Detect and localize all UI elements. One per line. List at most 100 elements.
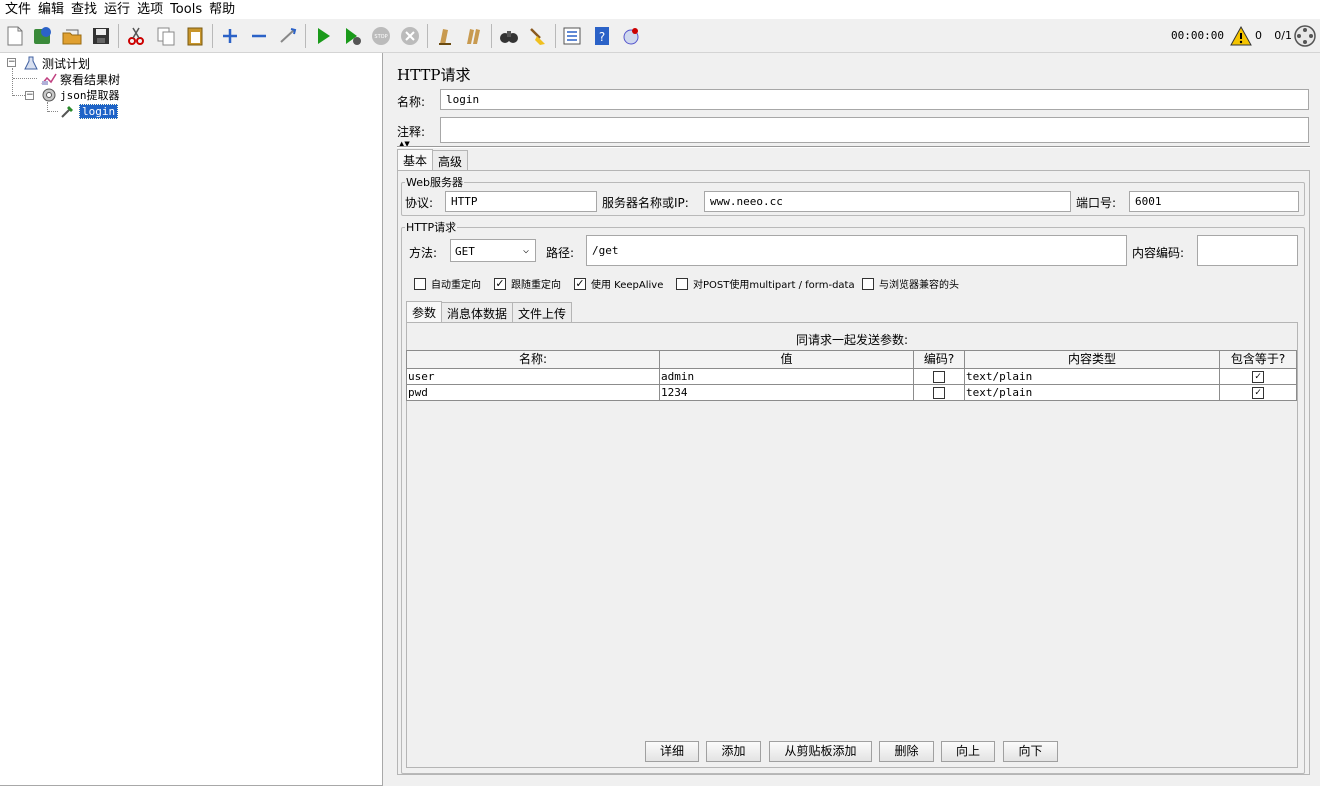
method-select[interactable]: GET ⌵ — [450, 239, 536, 262]
comment-input[interactable] — [440, 117, 1309, 143]
add-button[interactable]: 添加 — [706, 741, 761, 762]
svg-text:?: ? — [599, 30, 605, 44]
cut-icon[interactable] — [124, 24, 148, 48]
delete-button[interactable]: 删除 — [879, 741, 934, 762]
cell-content-type[interactable]: text/plain — [965, 385, 1220, 401]
remote-icon[interactable] — [619, 24, 643, 48]
clear-icon[interactable] — [433, 24, 457, 48]
cell-value[interactable]: 1234 — [660, 385, 914, 401]
keepalive-label: 使用 KeepAlive — [591, 280, 664, 291]
move-up-button[interactable]: 向上 — [941, 741, 995, 762]
menu-options[interactable]: 选项 — [135, 0, 168, 19]
browser-headers-label: 与浏览器兼容的头 — [879, 280, 959, 291]
cell-encode[interactable] — [914, 369, 965, 385]
multipart-checkbox[interactable]: 对POST使用multipart / form-data — [676, 276, 855, 291]
cell-name[interactable]: pwd — [406, 385, 660, 401]
port-input[interactable]: 6001 — [1129, 191, 1299, 212]
extractor-collapse-toggle[interactable]: − — [25, 91, 34, 100]
menu-tools[interactable]: Tools — [168, 0, 207, 19]
col-header-encode[interactable]: 编码? — [914, 350, 965, 369]
plan-collapse-toggle[interactable]: − — [7, 58, 16, 67]
search-icon[interactable] — [497, 24, 521, 48]
include-equals-checkbox[interactable]: ✓ — [1252, 386, 1264, 399]
table-header: 名称: 值 编码? 内容类型 包含等于? — [406, 350, 1297, 369]
browser-headers-checkbox[interactable]: 与浏览器兼容的头 — [862, 276, 959, 291]
col-header-value[interactable]: 值 — [660, 350, 914, 369]
multipart-box[interactable] — [676, 277, 688, 290]
toolbar: STOP ? 00:00:00 0 0/1 — [0, 19, 1320, 53]
test-plan-tree[interactable]: − 测试计划 察看结果树 − json提取器 login — [0, 53, 383, 786]
protocol-input[interactable]: HTTP — [445, 191, 597, 212]
status-globe-icon — [1294, 25, 1316, 47]
cell-name[interactable]: user — [406, 369, 660, 385]
warning-count: 0 — [1255, 29, 1262, 42]
encoding-input[interactable] — [1197, 235, 1298, 266]
start-icon[interactable] — [311, 24, 335, 48]
encode-checkbox[interactable] — [933, 386, 945, 399]
expand-all-icon[interactable] — [218, 24, 242, 48]
auto-redirect-checkbox[interactable]: 自动重定向 — [414, 276, 481, 291]
cell-include-equals[interactable]: ✓ — [1220, 369, 1297, 385]
open-icon[interactable] — [60, 24, 84, 48]
menu-help[interactable]: 帮助 — [207, 0, 240, 19]
tree-label-json-extractor: json提取器 — [60, 89, 120, 102]
col-header-include-equals[interactable]: 包含等于? — [1220, 350, 1297, 369]
cell-value[interactable]: admin — [660, 369, 914, 385]
encode-checkbox[interactable] — [933, 370, 945, 383]
listener-icon — [40, 71, 58, 87]
name-input[interactable]: login — [440, 89, 1309, 110]
cell-encode[interactable] — [914, 385, 965, 401]
toggle-icon[interactable] — [276, 24, 300, 48]
auto-redirect-box[interactable] — [414, 277, 426, 290]
port-label: 端口号: — [1076, 196, 1117, 210]
auto-redirect-label: 自动重定向 — [431, 280, 481, 291]
method-value: GET — [455, 245, 475, 258]
paste-icon[interactable] — [183, 24, 207, 48]
menu-search[interactable]: 查找 — [69, 0, 102, 19]
table-row[interactable]: pwd 1234 text/plain ✓ — [406, 385, 1297, 401]
copy-icon[interactable] — [154, 24, 178, 48]
table-row[interactable]: user admin text/plain ✓ — [406, 369, 1297, 385]
keepalive-checkbox[interactable]: ✓ 使用 KeepAlive — [574, 276, 663, 291]
cell-include-equals[interactable]: ✓ — [1220, 385, 1297, 401]
col-header-content-type[interactable]: 内容类型 — [965, 350, 1220, 369]
tree-node-test-plan[interactable]: 测试计划 — [22, 55, 90, 71]
menu-edit[interactable]: 编辑 — [36, 0, 69, 19]
path-input[interactable]: /get — [586, 235, 1127, 266]
stop-icon[interactable]: STOP — [369, 24, 393, 48]
tree-node-login[interactable]: login — [59, 103, 119, 119]
start-no-pause-icon[interactable] — [340, 24, 364, 48]
tree-node-view-results-tree[interactable]: 察看结果树 — [40, 71, 120, 87]
templates-icon[interactable] — [30, 24, 54, 48]
follow-redirect-box[interactable]: ✓ — [494, 277, 506, 290]
parameters-table: 名称: 值 编码? 内容类型 包含等于? user admin text/pla… — [406, 350, 1297, 401]
tree-label-view-results-tree: 察看结果树 — [60, 72, 121, 87]
move-down-button[interactable]: 向下 — [1003, 741, 1058, 762]
shutdown-icon[interactable] — [398, 24, 422, 48]
multipart-label: 对POST使用multipart / form-data — [693, 280, 855, 291]
sampler-pipette-icon — [59, 103, 77, 119]
include-equals-checkbox[interactable]: ✓ — [1252, 370, 1264, 383]
menu-run[interactable]: 运行 — [102, 0, 135, 19]
add-from-clipboard-button[interactable]: 从剪贴板添加 — [769, 741, 872, 762]
reset-search-icon[interactable] — [526, 24, 550, 48]
server-input[interactable]: www.neeo.cc — [704, 191, 1071, 212]
function-helper-icon[interactable] — [560, 24, 584, 48]
keepalive-box[interactable]: ✓ — [574, 277, 586, 290]
follow-redirect-checkbox[interactable]: ✓ 跟随重定向 — [494, 276, 561, 291]
col-header-name[interactable]: 名称: — [406, 350, 660, 369]
panel-divider — [397, 146, 1310, 148]
save-icon[interactable] — [89, 24, 113, 48]
new-icon[interactable] — [3, 24, 27, 48]
detail-button[interactable]: 详细 — [645, 741, 699, 762]
collapse-all-icon[interactable] — [247, 24, 271, 48]
gear-icon — [40, 87, 58, 103]
help-icon[interactable]: ? — [590, 24, 614, 48]
warning-icon[interactable] — [1230, 25, 1252, 47]
menu-file[interactable]: 文件 — [3, 0, 36, 19]
elapsed-timer: 00:00:00 — [1171, 29, 1224, 42]
tree-node-json-extractor[interactable]: json提取器 — [40, 87, 120, 103]
cell-content-type[interactable]: text/plain — [965, 369, 1220, 385]
clear-all-icon[interactable] — [462, 24, 486, 48]
browser-headers-box[interactable] — [862, 277, 874, 290]
